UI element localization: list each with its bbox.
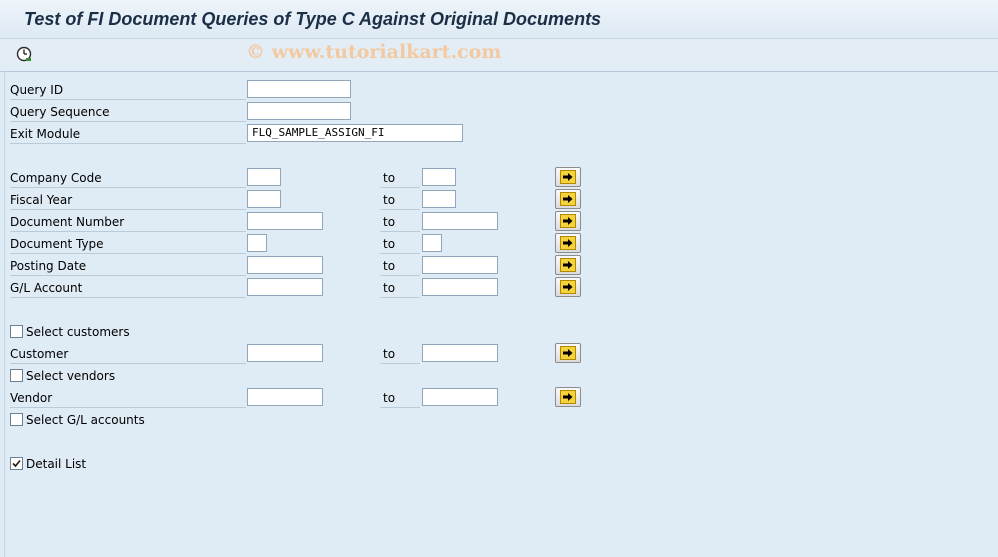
document-type-to-label: to (380, 234, 420, 254)
page-title: Test of FI Document Queries of Type C Ag… (24, 9, 602, 29)
select-gl-accounts-checkbox[interactable] (10, 413, 23, 426)
detail-list-label: Detail List (26, 457, 87, 471)
execute-button[interactable] (14, 45, 34, 63)
company-code-to-input[interactable] (422, 168, 456, 186)
fiscal-year-label: Fiscal Year (10, 190, 246, 210)
title-bar: Test of FI Document Queries of Type C Ag… (0, 0, 998, 39)
gl-account-from-input[interactable] (247, 278, 323, 296)
arrow-right-icon (560, 280, 576, 294)
document-type-to-input[interactable] (422, 234, 442, 252)
to-text: to (383, 259, 396, 273)
application-toolbar: © www.tutorialkart.com (0, 39, 998, 72)
vendor-multiple-selection-button[interactable] (555, 387, 581, 407)
fiscal-year-to-input[interactable] (422, 190, 456, 208)
posting-date-to-label: to (380, 256, 420, 276)
document-number-label: Document Number (10, 212, 246, 232)
company-code-multiple-selection-button[interactable] (555, 167, 581, 187)
posting-date-to-input[interactable] (422, 256, 498, 274)
customer-multiple-selection-button[interactable] (555, 343, 581, 363)
document-type-from-input[interactable] (247, 234, 267, 252)
select-customers-checkbox[interactable] (10, 325, 23, 338)
to-text: to (383, 347, 396, 361)
exit-module-label: Exit Module (10, 124, 246, 144)
query-sequence-input[interactable] (247, 102, 351, 120)
select-gl-accounts-label: Select G/L accounts (26, 413, 145, 427)
arrow-right-icon (560, 390, 576, 404)
arrow-right-icon (560, 214, 576, 228)
checkmark-icon (12, 459, 21, 468)
select-customers-row: Select customers (10, 323, 130, 341)
query-sequence-label: Query Sequence (10, 102, 246, 122)
posting-date-multiple-selection-button[interactable] (555, 255, 581, 275)
detail-list-checkbox[interactable] (10, 457, 23, 470)
arrow-right-icon (560, 192, 576, 206)
arrow-right-icon (560, 236, 576, 250)
detail-list-row: Detail List (10, 455, 86, 473)
fiscal-year-multiple-selection-button[interactable] (555, 189, 581, 209)
execute-clock-icon (16, 46, 32, 62)
document-type-label: Document Type (10, 234, 246, 254)
gl-account-to-input[interactable] (422, 278, 498, 296)
selection-screen: Query ID Query Sequence Exit Module FLQ_… (0, 71, 998, 557)
arrow-right-icon (560, 258, 576, 272)
fiscal-year-from-input[interactable] (247, 190, 281, 208)
select-vendors-row: Select vendors (10, 367, 115, 385)
vendor-from-input[interactable] (247, 388, 323, 406)
watermark-text: © www.tutorialkart.com (246, 41, 502, 63)
posting-date-from-input[interactable] (247, 256, 323, 274)
gl-account-to-label: to (380, 278, 420, 298)
exit-module-input[interactable]: FLQ_SAMPLE_ASSIGN_FI (247, 124, 463, 142)
query-id-label: Query ID (10, 80, 246, 100)
vendor-to-input[interactable] (422, 388, 498, 406)
company-code-from-input[interactable] (247, 168, 281, 186)
document-type-multiple-selection-button[interactable] (555, 233, 581, 253)
to-text: to (383, 281, 396, 295)
customer-to-label: to (380, 344, 420, 364)
vendor-label: Vendor (10, 388, 246, 408)
document-number-multiple-selection-button[interactable] (555, 211, 581, 231)
posting-date-label: Posting Date (10, 256, 246, 276)
select-vendors-label: Select vendors (26, 369, 116, 383)
to-text: to (383, 215, 396, 229)
to-text: to (383, 237, 396, 251)
customer-from-input[interactable] (247, 344, 323, 362)
to-text: to (383, 391, 396, 405)
select-customers-label: Select customers (26, 325, 130, 339)
vendor-to-label: to (380, 388, 420, 408)
query-id-input[interactable] (247, 80, 351, 98)
select-vendors-checkbox[interactable] (10, 369, 23, 382)
document-number-to-input[interactable] (422, 212, 498, 230)
customer-to-input[interactable] (422, 344, 498, 362)
arrow-right-icon (560, 346, 576, 360)
fiscal-year-to-label: to (380, 190, 420, 210)
to-text: to (383, 171, 396, 185)
document-number-to-label: to (380, 212, 420, 232)
company-code-to-label: to (380, 168, 420, 188)
document-number-from-input[interactable] (247, 212, 323, 230)
arrow-right-icon (560, 170, 576, 184)
gl-account-label: G/L Account (10, 278, 246, 298)
select-gl-accounts-row: Select G/L accounts (10, 411, 145, 429)
gl-account-multiple-selection-button[interactable] (555, 277, 581, 297)
company-code-label: Company Code (10, 168, 246, 188)
to-text: to (383, 193, 396, 207)
customer-label: Customer (10, 344, 246, 364)
